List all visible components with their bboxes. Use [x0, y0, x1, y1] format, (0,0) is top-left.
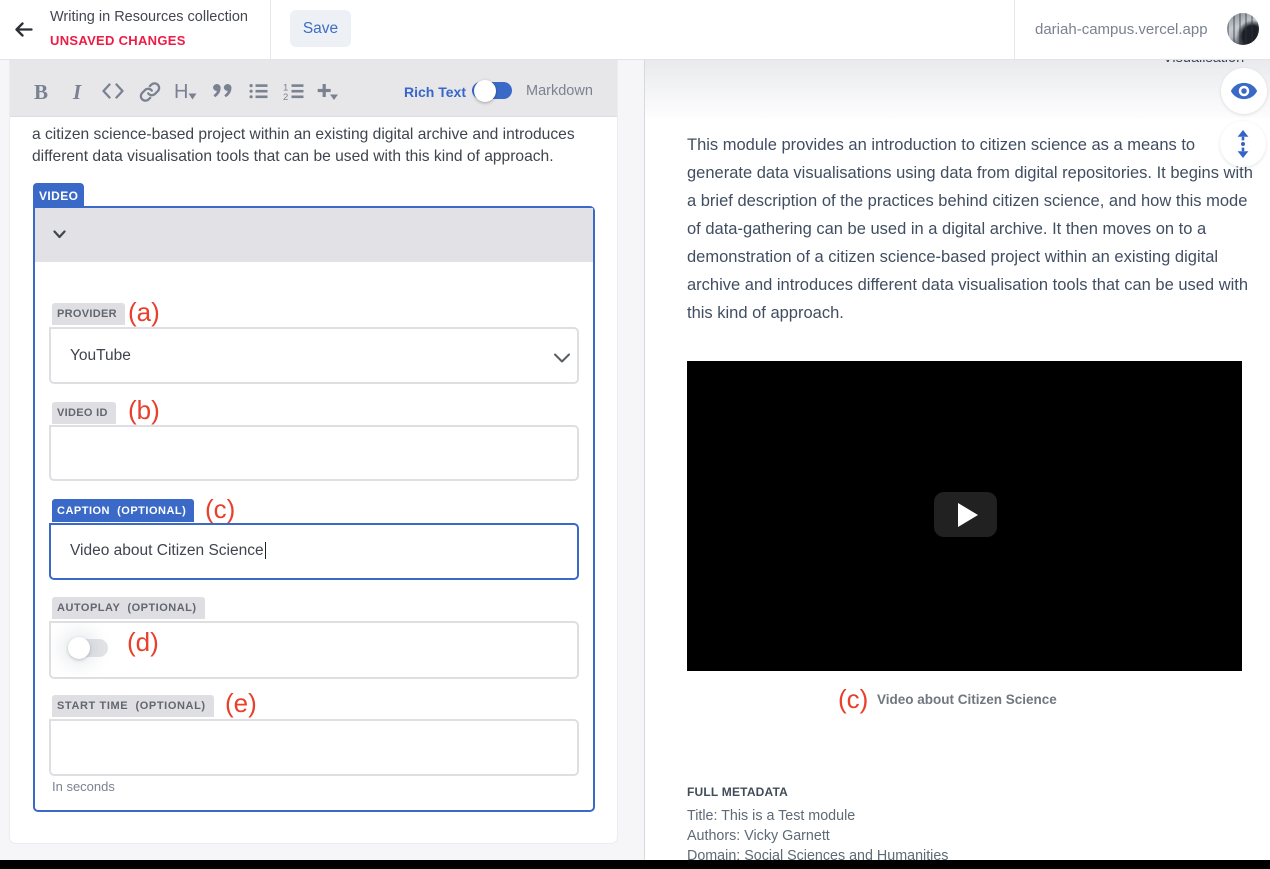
svg-text:2: 2 — [283, 92, 288, 101]
